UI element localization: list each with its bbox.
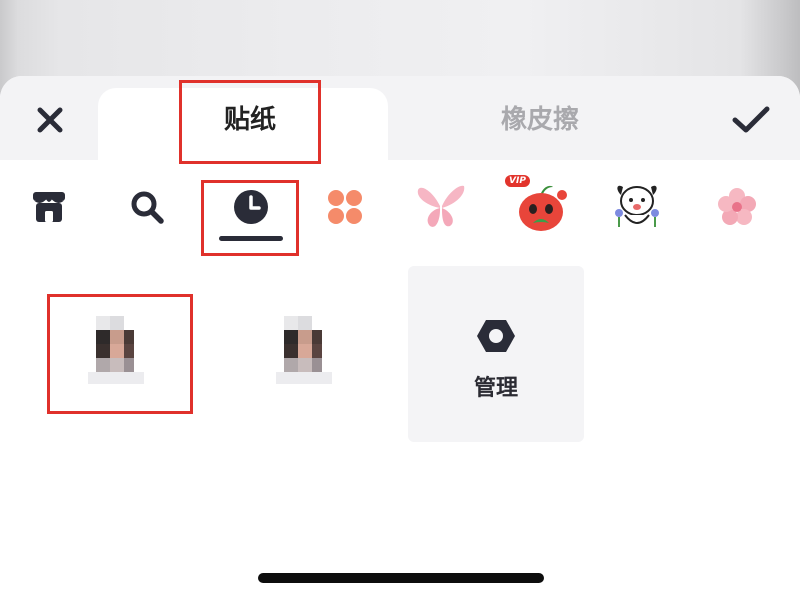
category-shapes[interactable] (310, 172, 380, 242)
tab-eraser[interactable]: 橡皮擦 (460, 98, 620, 142)
category-butterfly[interactable] (406, 172, 476, 242)
category-dog[interactable] (602, 172, 672, 242)
pixelated-portrait-image (276, 316, 332, 384)
manage-label: 管理 (473, 376, 518, 401)
sticker-item[interactable] (84, 306, 164, 416)
hexagon-nut-icon (477, 320, 515, 352)
category-recent[interactable] (216, 172, 286, 242)
close-icon (37, 107, 63, 133)
category-search[interactable] (112, 172, 182, 242)
category-flower[interactable] (702, 172, 772, 242)
close-button[interactable] (28, 98, 72, 142)
dog-sticker-icon (615, 185, 659, 227)
four-petal-icon (328, 190, 362, 224)
sticker-panel: 贴纸 橡皮擦 VIP 管理 (0, 76, 800, 600)
apple-vip-icon: VIP (505, 175, 567, 233)
sticker-item[interactable] (272, 306, 352, 416)
checkmark-icon (732, 106, 770, 133)
sticker-category-bar: VIP (0, 172, 800, 254)
category-vip-apple[interactable]: VIP (505, 172, 576, 242)
tab-stickers[interactable]: 贴纸 (180, 98, 320, 142)
flower-icon (718, 188, 756, 225)
active-category-indicator (219, 236, 283, 241)
pixelated-portrait-image (88, 316, 144, 384)
search-icon (131, 191, 164, 224)
vip-badge: VIP (505, 175, 530, 187)
clock-icon (234, 190, 268, 224)
confirm-button[interactable] (726, 98, 776, 142)
category-store[interactable] (14, 172, 84, 242)
store-icon (32, 192, 66, 222)
butterfly-icon (417, 185, 465, 227)
home-indicator (258, 573, 544, 583)
manage-button[interactable]: 管理 (408, 266, 584, 442)
